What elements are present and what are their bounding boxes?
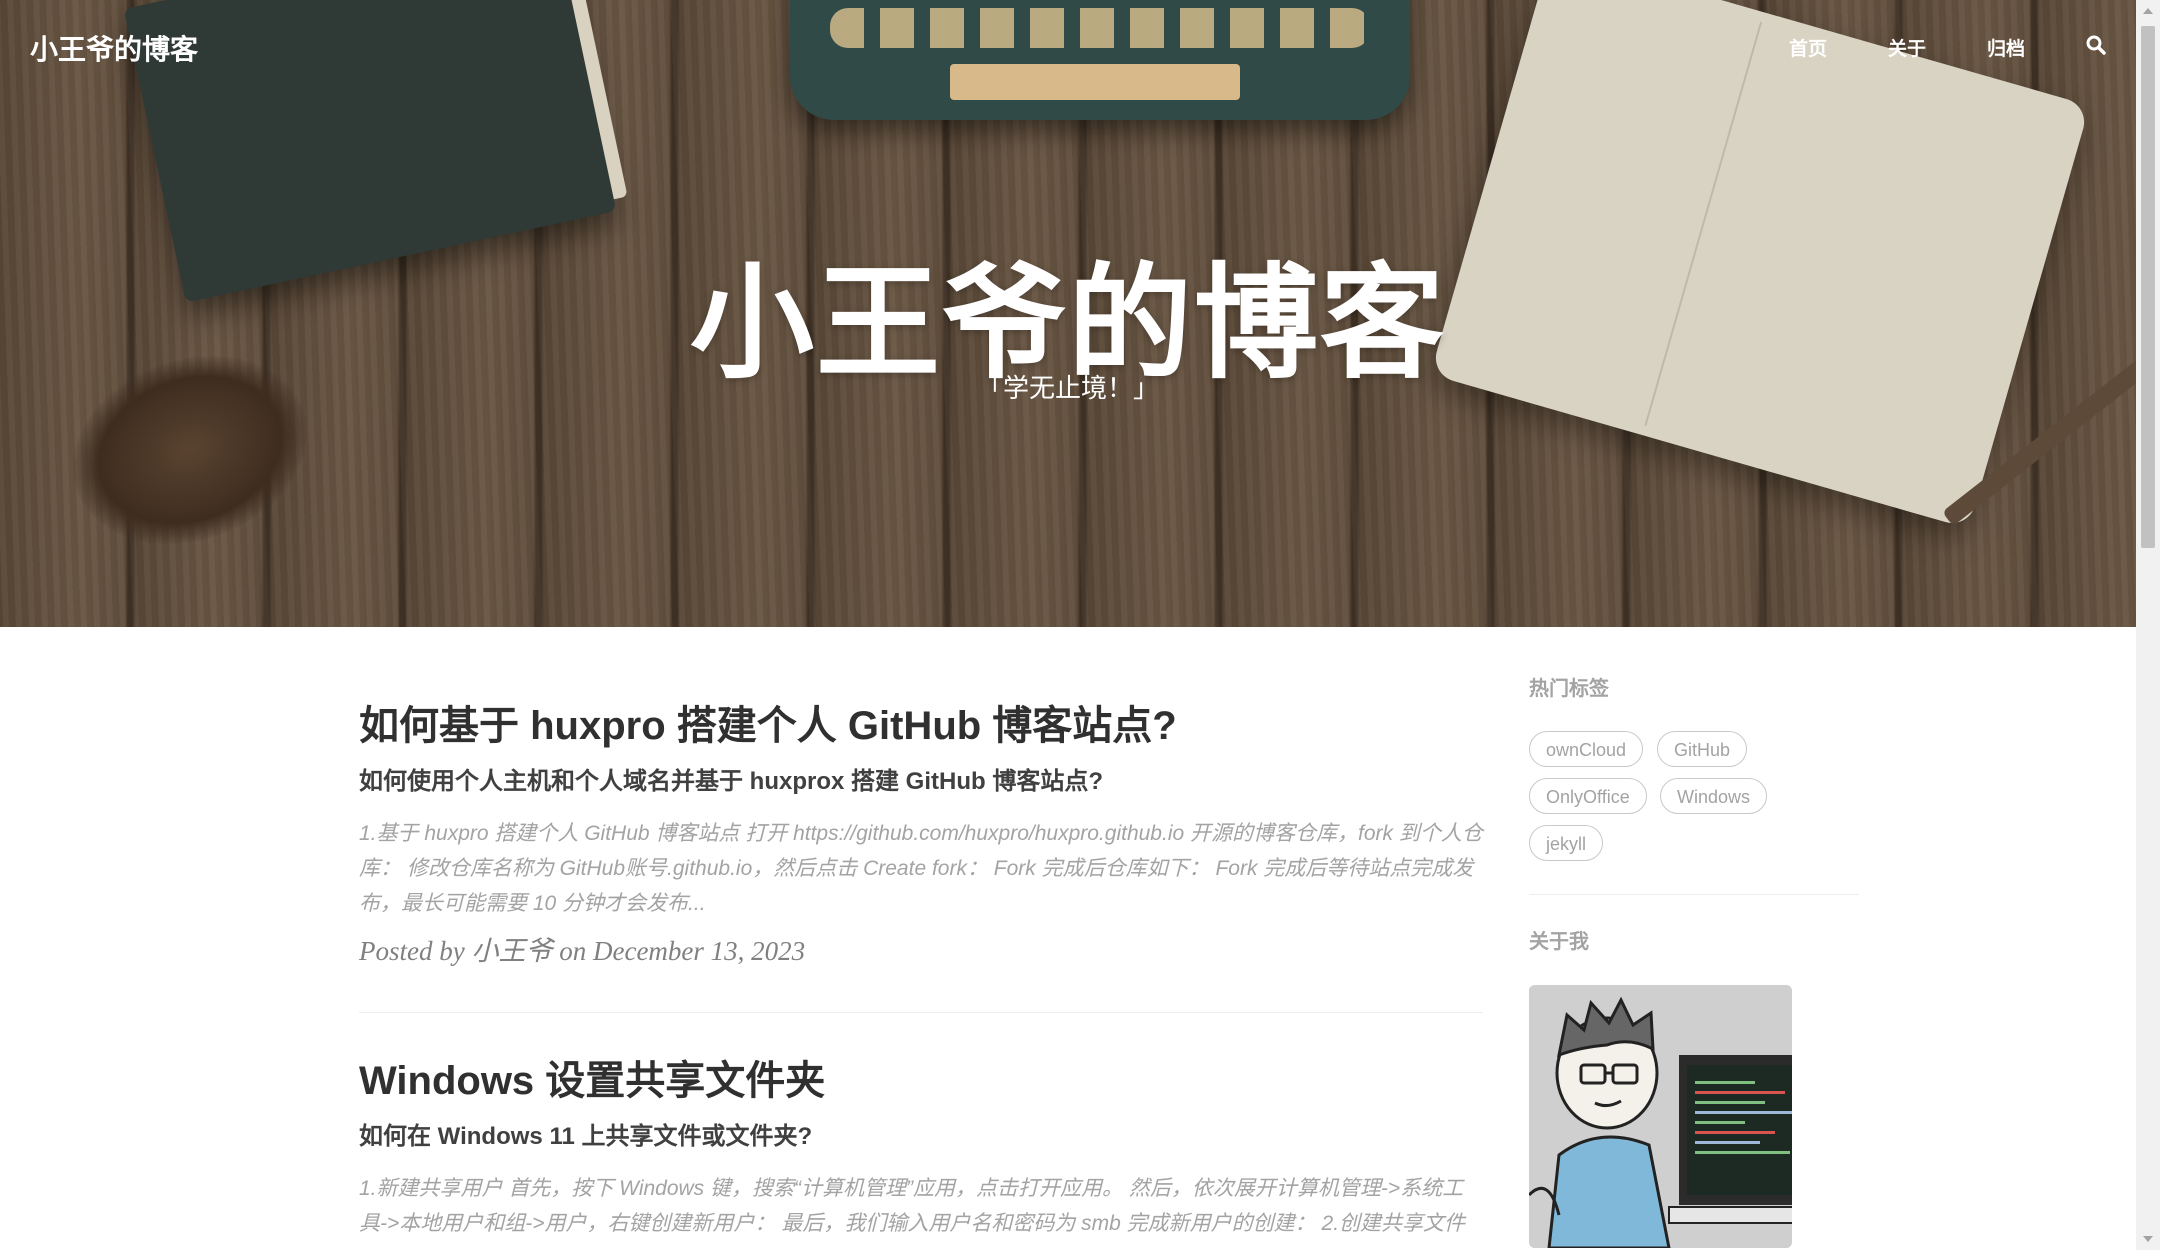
post-subtitle[interactable]: 如何在 Windows 11 上共享文件或文件夹? bbox=[359, 1121, 1483, 1153]
scroll-up-arrow-icon[interactable] bbox=[2143, 8, 2153, 14]
site-brand-link[interactable]: 小王爷的博客 bbox=[30, 28, 198, 68]
post-meta-on: on bbox=[559, 936, 587, 966]
post-preview: 如何基于 huxpro 搭建个人 GitHub 博客站点? 如何使用个人主机和个… bbox=[359, 700, 1483, 968]
post-meta-prefix: Posted by bbox=[359, 936, 465, 966]
hero-subtitle: 「学无止境！」 bbox=[976, 373, 1159, 403]
typewriter-image bbox=[790, 0, 1410, 120]
about-me-heading: 关于我 bbox=[1529, 931, 1589, 953]
typewriter-bar bbox=[950, 64, 1240, 100]
post-title-link[interactable]: 如何基于 huxpro 搭建个人 GitHub 博客站点? bbox=[359, 700, 1483, 752]
scroll-down-arrow-icon[interactable] bbox=[2143, 1236, 2153, 1242]
avatar bbox=[1529, 985, 1792, 1248]
typewriter-keys bbox=[830, 8, 1370, 48]
tag-owncloud[interactable]: ownCloud bbox=[1529, 731, 1644, 767]
search-icon[interactable] bbox=[2085, 34, 2107, 56]
post-divider bbox=[359, 1012, 1483, 1013]
post-title-link[interactable]: Windows 设置共享文件夹 bbox=[359, 1055, 1483, 1107]
post-excerpt[interactable]: 1.新建共享用户 首先，按下 Windows 键，搜索“计算机管理”应用，点击打… bbox=[359, 1171, 1483, 1241]
nav-about-link[interactable]: 关于 bbox=[1888, 34, 1926, 64]
post-preview: Windows 设置共享文件夹 如何在 Windows 11 上共享文件或文件夹… bbox=[359, 1055, 1483, 1241]
post-subtitle[interactable]: 如何使用个人主机和个人域名并基于 huxprox 搭建 GitHub 博客站点? bbox=[359, 766, 1483, 798]
post-author: 小王爷 bbox=[471, 936, 553, 966]
tag-jekyll[interactable]: jekyll bbox=[1529, 825, 1604, 861]
post-excerpt[interactable]: 1.基于 huxpro 搭建个人 GitHub 博客站点 打开 https://… bbox=[359, 816, 1483, 921]
scrollbar-thumb[interactable] bbox=[2141, 26, 2155, 548]
sidebar-divider bbox=[1529, 894, 1859, 895]
nav-home-link[interactable]: 首页 bbox=[1789, 34, 1827, 64]
hot-tags-heading: 热门标签 bbox=[1529, 678, 1609, 700]
post-date: December 13, 2023 bbox=[592, 936, 806, 966]
page-scrollbar[interactable] bbox=[2136, 0, 2160, 1250]
nav-archive-link[interactable]: 归档 bbox=[1987, 34, 2025, 64]
tag-windows[interactable]: Windows bbox=[1660, 778, 1768, 814]
tag-onlyoffice[interactable]: OnlyOffice bbox=[1529, 778, 1647, 814]
tag-github[interactable]: GitHub bbox=[1657, 731, 1748, 767]
post-meta: Posted by 小王爷 on December 13, 2023 bbox=[359, 929, 1483, 968]
hero-banner: 小王爷的博客 「学无止境！」 bbox=[0, 0, 2136, 627]
